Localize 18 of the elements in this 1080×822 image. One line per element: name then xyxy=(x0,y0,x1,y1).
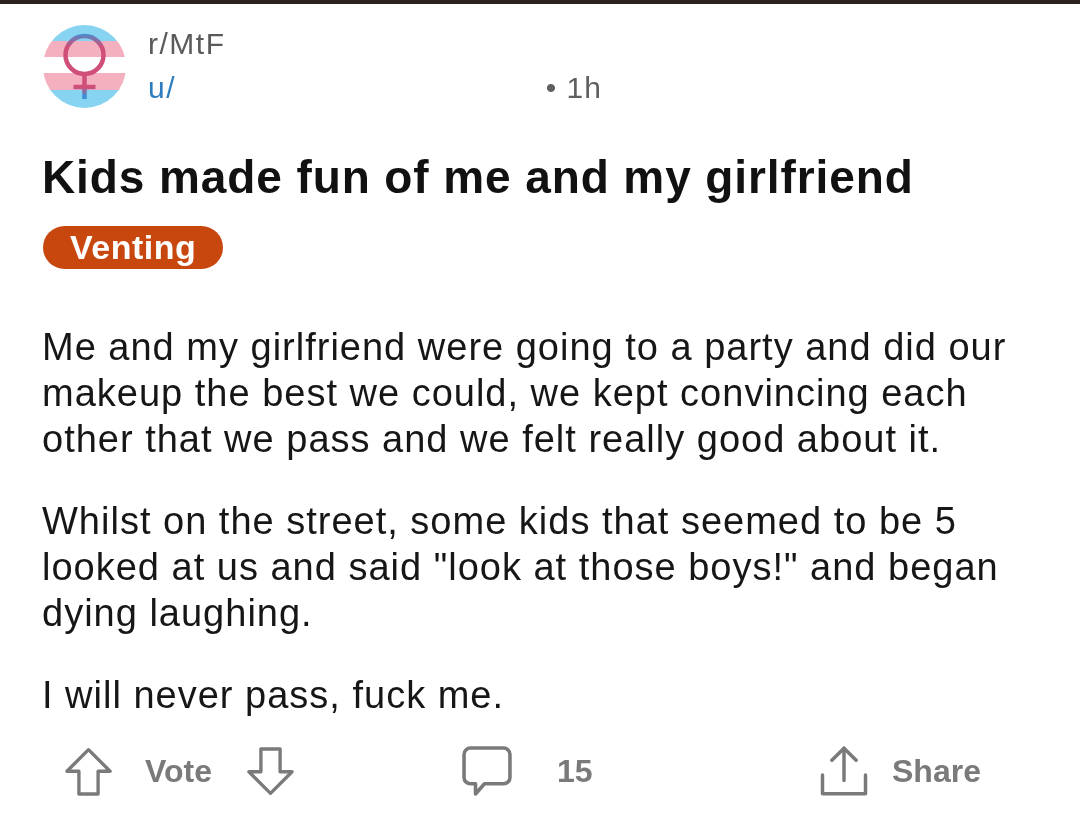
post-time: • 1h xyxy=(545,70,602,106)
share-button[interactable]: Share xyxy=(819,746,981,796)
upvote-button[interactable] xyxy=(65,746,112,796)
post-title: Kids made fun of me and my girlfriend xyxy=(42,150,914,204)
flair-tag: Venting xyxy=(43,226,224,269)
author-link[interactable]: u/ xyxy=(148,70,177,106)
speech-bubble-icon xyxy=(462,746,512,796)
vote-label: Vote xyxy=(145,752,212,790)
community-name[interactable]: r/MtF xyxy=(148,26,226,62)
downvote-button[interactable] xyxy=(246,746,294,796)
arrow-up-icon xyxy=(65,746,112,796)
arrow-down-icon xyxy=(246,746,294,796)
post-paragraph: I will never pass, fuck me. xyxy=(42,673,506,718)
post-paragraph: Whilst on the street, some kids that seemed to be 5 looked at us and said "look at those boys!" and began dying laughing. xyxy=(42,499,1000,636)
share-icon xyxy=(819,746,869,796)
comments-button[interactable]: 15 xyxy=(462,746,593,796)
community-avatar-icon xyxy=(43,25,126,108)
post-paragraph: Me and my girlfriend were going to a party and did our makeup the best we could, we kept convincing each other that we pass and we felt really good about it. xyxy=(42,325,1008,462)
